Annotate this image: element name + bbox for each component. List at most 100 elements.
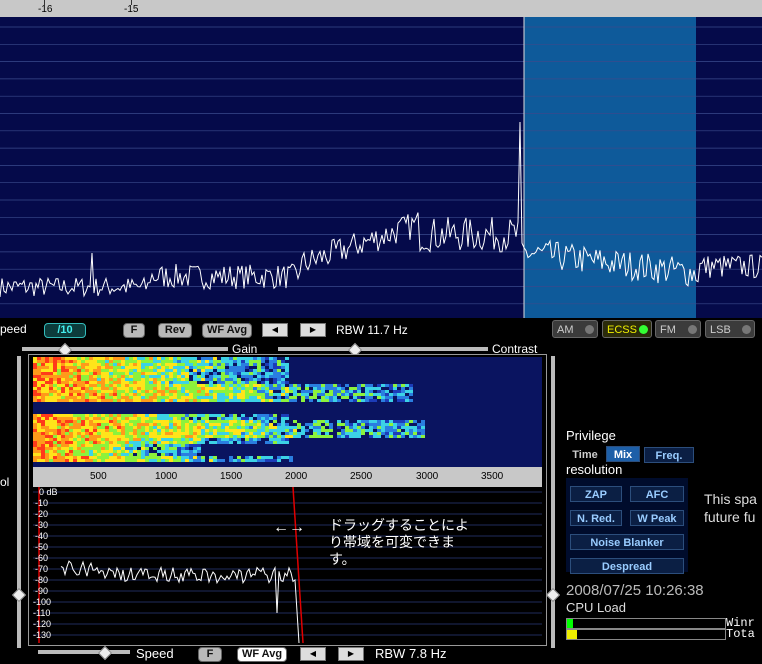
privilege-mix-button[interactable]: Mix <box>606 446 640 462</box>
left-vertical-slider[interactable] <box>11 356 27 648</box>
waterfall-cell <box>317 423 321 426</box>
waterfall-cell <box>201 372 205 375</box>
waterfall-cell <box>49 456 53 459</box>
waterfall-cell <box>277 441 281 444</box>
noise-reduction-button[interactable]: N. Red. <box>570 510 622 526</box>
waterfall-cell <box>145 438 149 441</box>
led-icon <box>688 325 697 334</box>
waterfall-cell <box>297 426 301 429</box>
mode-fm-button[interactable]: FM <box>655 320 701 338</box>
waterfall-cell <box>69 456 73 459</box>
waterfall-cell <box>57 429 61 432</box>
waterfall-cell <box>165 435 169 438</box>
waterfall-cell <box>281 393 285 396</box>
waterfall-frequency-axis: 500 1000 1500 2000 2500 3000 3500 <box>33 467 542 487</box>
waterfall-cell <box>269 429 273 432</box>
waterfall-cell <box>253 363 257 366</box>
left-slider-handle[interactable] <box>11 587 27 603</box>
rev-button[interactable]: Rev <box>158 323 192 338</box>
waterfall-cell <box>165 393 169 396</box>
waterfall-cell <box>261 417 265 420</box>
waterfall-cell <box>233 429 237 432</box>
waterfall-cell <box>57 375 61 378</box>
waterfall-cell <box>117 423 121 426</box>
waterfall-cell <box>101 450 105 453</box>
waterfall-cell <box>245 426 249 429</box>
despread-button[interactable]: Despread <box>570 558 684 574</box>
waterfall-cell <box>61 390 65 393</box>
waterfall-cell <box>217 375 221 378</box>
mode-am-button[interactable]: AM <box>552 320 598 338</box>
waterfall-cell <box>157 366 161 369</box>
bottom-wf-avg-button[interactable]: WF Avg <box>237 647 287 662</box>
waterfall-cell <box>185 444 189 447</box>
waterfall-cell <box>181 444 185 447</box>
left-arrow-button[interactable]: ◀ <box>262 323 288 337</box>
waterfall-cell <box>177 384 181 387</box>
waterfall-cell <box>377 396 381 399</box>
waterfall-cell <box>45 435 49 438</box>
mode-ecss-button[interactable]: ECSS <box>602 320 652 338</box>
waterfall-cell <box>269 459 273 462</box>
waterfall-cell <box>269 390 273 393</box>
w-peak-button[interactable]: W Peak <box>630 510 684 526</box>
waterfall-cell <box>241 360 245 363</box>
top-spectrum-panel[interactable] <box>0 17 762 318</box>
zap-button[interactable]: ZAP <box>570 486 622 502</box>
waterfall-cell <box>401 396 405 399</box>
waterfall-cell <box>213 432 217 435</box>
waterfall-cell <box>369 420 373 423</box>
bottom-left-arrow-button[interactable]: ◀ <box>300 647 326 661</box>
waterfall-cell <box>129 399 133 402</box>
waterfall-cell <box>101 420 105 423</box>
waterfall-cell <box>53 459 57 462</box>
mode-lsb-button[interactable]: LSB <box>705 320 755 338</box>
contrast-slider[interactable] <box>278 347 488 351</box>
waterfall-cell <box>149 426 153 429</box>
right-arrow-button[interactable]: ▶ <box>300 323 326 337</box>
wf-avg-button[interactable]: WF Avg <box>202 323 252 338</box>
gain-slider[interactable] <box>22 347 228 351</box>
waterfall-cell <box>209 459 213 462</box>
waterfall-cell <box>149 435 153 438</box>
waterfall-cell <box>61 375 65 378</box>
timestamp: 2008/07/25 10:26:38 <box>566 582 704 599</box>
waterfall-cell <box>249 390 253 393</box>
bottom-right-arrow-button[interactable]: ▶ <box>338 647 364 661</box>
right-vertical-slider[interactable] <box>545 356 561 648</box>
bottom-speed-handle[interactable] <box>97 645 113 661</box>
waterfall-cell <box>105 453 109 456</box>
waterfall-cell <box>317 435 321 438</box>
waterfall-cell <box>165 381 169 384</box>
waterfall-cell <box>77 390 81 393</box>
waterfall-cell <box>253 369 257 372</box>
waterfall-cell <box>93 396 97 399</box>
waterfall-display[interactable] <box>33 357 542 467</box>
privilege-freq-button[interactable]: Freq. <box>644 447 694 463</box>
waterfall-cell <box>149 432 153 435</box>
waterfall-cell <box>281 438 285 441</box>
waterfall-cell <box>85 375 89 378</box>
waterfall-cell <box>405 423 409 426</box>
waterfall-cell <box>229 438 233 441</box>
waterfall-cell <box>165 426 169 429</box>
noise-blanker-button[interactable]: Noise Blanker <box>570 534 684 550</box>
waterfall-cell <box>105 387 109 390</box>
waterfall-cell <box>385 435 389 438</box>
waterfall-cell <box>101 432 105 435</box>
waterfall-cell <box>321 384 325 387</box>
bottom-f-button[interactable]: F <box>198 647 222 662</box>
privilege-time-button[interactable]: Time <box>566 447 604 463</box>
waterfall-cell <box>273 459 277 462</box>
right-slider-handle[interactable] <box>545 587 561 603</box>
waterfall-cell <box>169 435 173 438</box>
f-button[interactable]: F <box>123 323 145 338</box>
bottom-speed-slider[interactable] <box>38 650 130 654</box>
waterfall-cell <box>93 444 97 447</box>
waterfall-cell <box>169 432 173 435</box>
afc-button[interactable]: AFC <box>630 486 684 502</box>
waterfall-cell <box>65 393 69 396</box>
waterfall-cell <box>245 357 249 360</box>
freq-tick-label: 500 <box>90 471 107 482</box>
speed-value-button[interactable]: /10 <box>44 323 86 338</box>
